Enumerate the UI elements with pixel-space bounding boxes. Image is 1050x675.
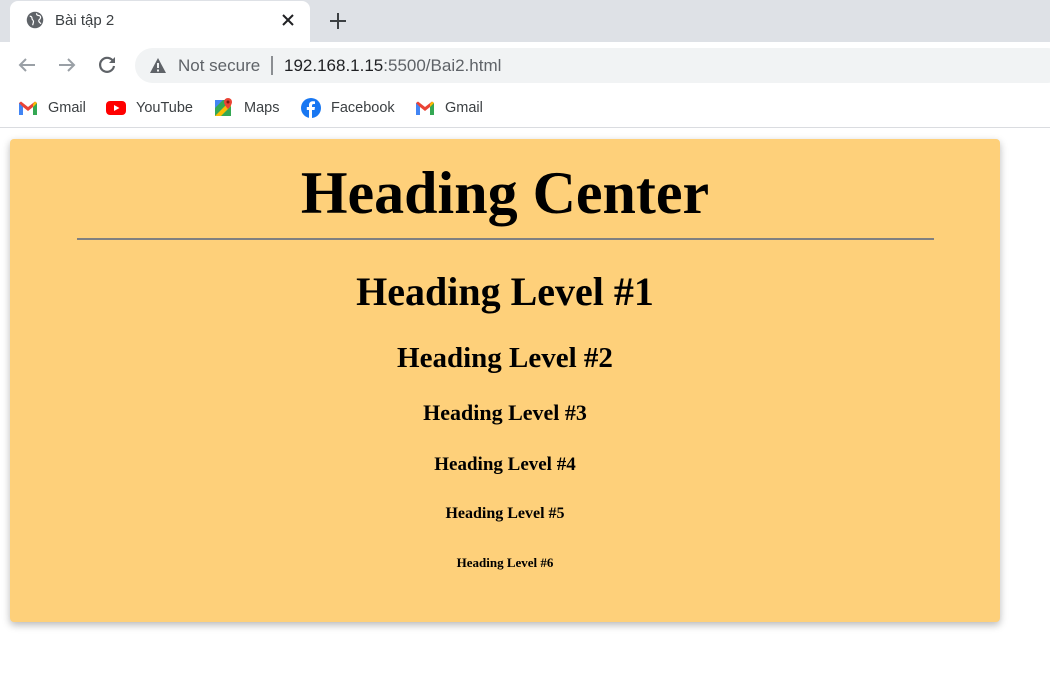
facebook-icon [301,98,321,118]
heading-center: Heading Center [300,160,710,226]
bookmark-facebook[interactable]: Facebook [301,96,395,120]
gmail-icon [416,101,434,115]
heading-level-4: Heading Level #4 [434,454,576,475]
bookmark-label: Gmail [48,100,86,116]
tab-title: Bài tập 2 [55,12,115,29]
bookmark-maps[interactable]: Maps [214,96,279,120]
bookmark-label: Facebook [331,100,395,116]
bookmark-gmail[interactable]: Gmail [415,96,483,120]
forward-arrow-icon[interactable] [56,54,78,76]
close-icon[interactable] [280,12,296,28]
heading-level-5: Heading Level #5 [445,505,565,522]
security-label[interactable]: Not secure [178,56,260,76]
heading-level-6: Heading Level #6 [456,555,554,570]
heading-level-2: Heading Level #2 [397,342,613,374]
maps-icon [215,98,232,116]
url-text[interactable]: 192.168.1.15:5500/Bai2.html [284,56,501,76]
back-arrow-icon[interactable] [16,54,38,76]
address-bar[interactable]: Not secure 192.168.1.15:5500/Bai2.html [135,48,1050,83]
plus-icon[interactable] [327,10,349,32]
heading-level-1: Heading Level #1 [356,269,654,314]
browser-tab[interactable]: Bài tập 2 [10,1,310,42]
globe-icon [26,11,44,29]
bookmark-youtube[interactable]: YouTube [106,96,193,120]
toolbar: Not secure 192.168.1.15:5500/Bai2.html [0,42,1050,90]
tab-strip: Bài tập 2 [0,0,1050,42]
url-host: 192.168.1.15 [284,56,384,75]
gmail-icon [19,101,37,115]
bookmark-label: Maps [244,100,280,116]
bookmark-label: YouTube [136,100,193,116]
youtube-icon [106,101,126,115]
reload-icon[interactable] [96,54,118,76]
url-path: :5500/Bai2.html [383,56,502,75]
horizontal-rule [77,238,934,240]
content-panel: Heading Center Heading Level #1 Heading … [10,139,1000,622]
bookmarks-bar: Gmail YouTube Maps Facebook Gmail [0,90,1050,128]
omnibox-separator [271,56,273,75]
warning-icon[interactable] [149,57,167,74]
bookmark-gmail[interactable]: Gmail [18,96,86,120]
bookmark-label: Gmail [445,100,483,116]
heading-level-3: Heading Level #3 [423,400,587,425]
